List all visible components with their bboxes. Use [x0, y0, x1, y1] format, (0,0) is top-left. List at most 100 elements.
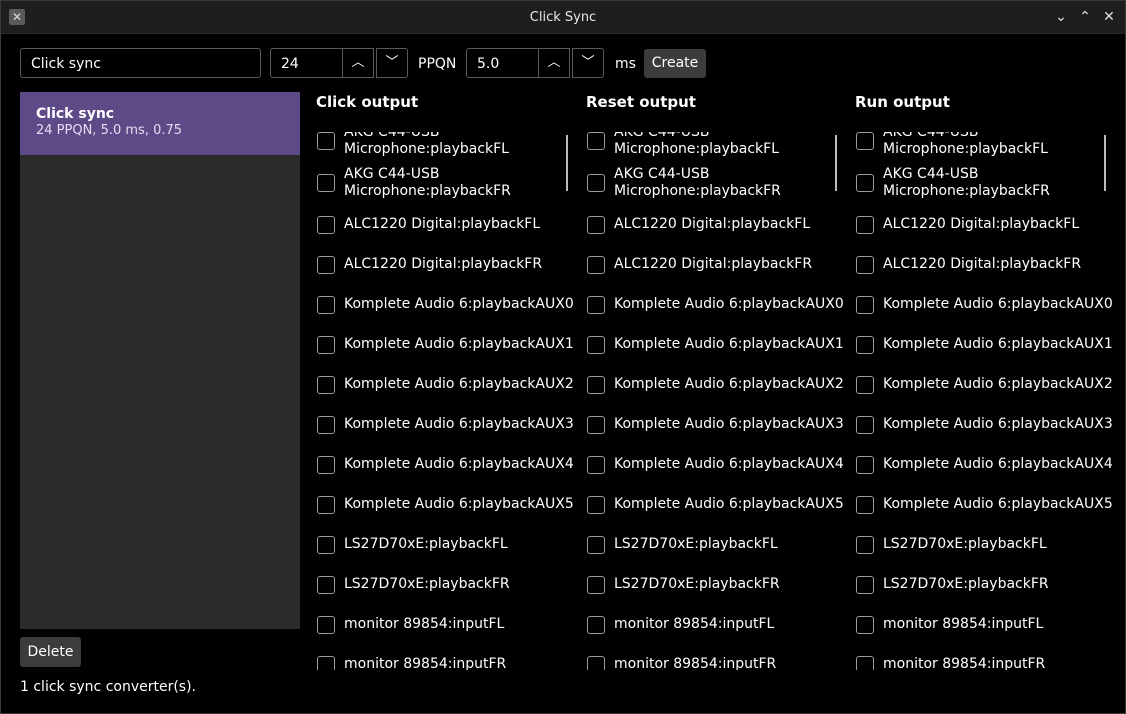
- port-checkbox-row[interactable]: ALC1220 Digital:playbackFL: [855, 216, 1117, 256]
- ms-down-button[interactable]: ﹀: [572, 48, 604, 78]
- port-checkbox[interactable]: [317, 376, 335, 394]
- port-checkbox[interactable]: [317, 616, 335, 634]
- port-checkbox[interactable]: [587, 616, 605, 634]
- port-checkbox-row[interactable]: Komplete Audio 6:playbackAUX3: [855, 416, 1117, 456]
- port-checkbox-row[interactable]: Komplete Audio 6:playbackAUX1: [586, 336, 848, 376]
- port-checkbox-row[interactable]: Komplete Audio 6:playbackAUX4: [316, 456, 578, 496]
- port-checkbox-row[interactable]: Komplete Audio 6:playbackAUX4: [855, 456, 1117, 496]
- maximize-icon[interactable]: ⌃: [1076, 8, 1094, 26]
- port-checkbox[interactable]: [856, 174, 874, 192]
- port-list[interactable]: AKG C44-USB Microphone:playbackFL AKG C44-…: [855, 132, 1117, 670]
- port-checkbox[interactable]: [587, 656, 605, 670]
- port-checkbox[interactable]: [856, 376, 874, 394]
- port-checkbox-row[interactable]: AKG C44-USB Microphone:playbackFR: [855, 166, 1117, 216]
- port-checkbox[interactable]: [317, 576, 335, 594]
- port-checkbox[interactable]: [587, 496, 605, 514]
- port-checkbox-row[interactable]: Komplete Audio 6:playbackAUX5: [316, 496, 578, 536]
- port-checkbox[interactable]: [587, 576, 605, 594]
- port-checkbox-row[interactable]: AKG C44-USB Microphone:playbackFR: [316, 166, 578, 216]
- port-checkbox[interactable]: [317, 536, 335, 554]
- converter-list-item[interactable]: Click sync 24 PPQN, 5.0 ms, 0.75: [20, 92, 300, 155]
- port-checkbox-row[interactable]: monitor 89854:inputFR: [316, 656, 578, 670]
- port-checkbox-row[interactable]: ALC1220 Digital:playbackFR: [586, 256, 848, 296]
- port-checkbox[interactable]: [317, 216, 335, 234]
- port-checkbox-row[interactable]: Komplete Audio 6:playbackAUX2: [586, 376, 848, 416]
- port-checkbox-row[interactable]: Komplete Audio 6:playbackAUX5: [586, 496, 848, 536]
- minimize-icon[interactable]: ⌄: [1052, 8, 1070, 26]
- port-checkbox-row[interactable]: Komplete Audio 6:playbackAUX3: [586, 416, 848, 456]
- ppqn-down-button[interactable]: ﹀: [376, 48, 408, 78]
- port-checkbox[interactable]: [856, 576, 874, 594]
- port-checkbox-row[interactable]: AKG C44-USB Microphone:playbackFR: [586, 166, 848, 216]
- port-checkbox-row[interactable]: Komplete Audio 6:playbackAUX1: [855, 336, 1117, 376]
- port-checkbox[interactable]: [856, 296, 874, 314]
- port-checkbox-row[interactable]: LS27D70xE:playbackFL: [855, 536, 1117, 576]
- scrollbar[interactable]: [566, 135, 568, 191]
- port-checkbox-row[interactable]: Komplete Audio 6:playbackAUX2: [855, 376, 1117, 416]
- port-checkbox[interactable]: [587, 216, 605, 234]
- port-checkbox-row[interactable]: LS27D70xE:playbackFR: [316, 576, 578, 616]
- port-checkbox[interactable]: [317, 256, 335, 274]
- port-checkbox[interactable]: [856, 496, 874, 514]
- port-checkbox-row[interactable]: monitor 89854:inputFL: [855, 616, 1117, 656]
- port-checkbox[interactable]: [856, 456, 874, 474]
- port-checkbox-row[interactable]: ALC1220 Digital:playbackFL: [316, 216, 578, 256]
- port-list[interactable]: AKG C44-USB Microphone:playbackFL AKG C44-…: [586, 132, 848, 670]
- port-checkbox-row[interactable]: monitor 89854:inputFR: [586, 656, 848, 670]
- scrollbar[interactable]: [835, 135, 837, 191]
- port-checkbox-row[interactable]: Komplete Audio 6:playbackAUX0: [586, 296, 848, 336]
- ppqn-input[interactable]: 24: [270, 48, 343, 78]
- port-checkbox[interactable]: [317, 296, 335, 314]
- port-checkbox[interactable]: [856, 416, 874, 434]
- create-button[interactable]: Create: [644, 49, 706, 78]
- port-checkbox-row[interactable]: Komplete Audio 6:playbackAUX4: [586, 456, 848, 496]
- port-checkbox[interactable]: [317, 174, 335, 192]
- ppqn-up-button[interactable]: ︿: [342, 48, 374, 78]
- port-checkbox[interactable]: [317, 456, 335, 474]
- name-input[interactable]: Click sync: [20, 48, 261, 78]
- port-checkbox-row[interactable]: Komplete Audio 6:playbackAUX5: [855, 496, 1117, 536]
- port-checkbox-row[interactable]: ALC1220 Digital:playbackFL: [586, 216, 848, 256]
- ms-up-button[interactable]: ︿: [538, 48, 570, 78]
- delete-button[interactable]: Delete: [20, 637, 81, 667]
- port-checkbox[interactable]: [317, 656, 335, 670]
- port-checkbox-row[interactable]: Komplete Audio 6:playbackAUX2: [316, 376, 578, 416]
- port-checkbox-row[interactable]: Komplete Audio 6:playbackAUX0: [855, 296, 1117, 336]
- port-checkbox[interactable]: [587, 456, 605, 474]
- port-checkbox[interactable]: [317, 496, 335, 514]
- port-checkbox[interactable]: [587, 256, 605, 274]
- port-checkbox-row[interactable]: monitor 89854:inputFR: [855, 656, 1117, 670]
- port-checkbox[interactable]: [587, 174, 605, 192]
- port-checkbox[interactable]: [856, 256, 874, 274]
- port-checkbox[interactable]: [856, 132, 874, 150]
- port-checkbox[interactable]: [856, 616, 874, 634]
- port-checkbox[interactable]: [587, 376, 605, 394]
- port-checkbox[interactable]: [587, 536, 605, 554]
- port-checkbox[interactable]: [587, 336, 605, 354]
- port-checkbox[interactable]: [317, 336, 335, 354]
- scrollbar[interactable]: [1104, 135, 1106, 191]
- port-checkbox[interactable]: [317, 416, 335, 434]
- port-checkbox-row[interactable]: LS27D70xE:playbackFR: [855, 576, 1117, 616]
- port-checkbox[interactable]: [587, 296, 605, 314]
- ms-input[interactable]: 5.0: [466, 48, 539, 78]
- port-checkbox-row[interactable]: ALC1220 Digital:playbackFR: [316, 256, 578, 296]
- port-checkbox-row[interactable]: Komplete Audio 6:playbackAUX0: [316, 296, 578, 336]
- port-checkbox-row[interactable]: Komplete Audio 6:playbackAUX3: [316, 416, 578, 456]
- close-icon[interactable]: ✕: [1100, 8, 1118, 26]
- port-checkbox-row[interactable]: monitor 89854:inputFL: [586, 616, 848, 656]
- port-checkbox[interactable]: [587, 416, 605, 434]
- port-list[interactable]: AKG C44-USB Microphone:playbackFL AKG C44-…: [316, 132, 578, 670]
- port-checkbox[interactable]: [587, 132, 605, 150]
- port-checkbox[interactable]: [856, 216, 874, 234]
- port-checkbox-row[interactable]: LS27D70xE:playbackFR: [586, 576, 848, 616]
- port-checkbox[interactable]: [856, 336, 874, 354]
- port-checkbox-row[interactable]: monitor 89854:inputFL: [316, 616, 578, 656]
- port-checkbox[interactable]: [856, 656, 874, 670]
- port-checkbox[interactable]: [856, 536, 874, 554]
- port-checkbox-row[interactable]: ALC1220 Digital:playbackFR: [855, 256, 1117, 296]
- port-checkbox-row[interactable]: Komplete Audio 6:playbackAUX1: [316, 336, 578, 376]
- port-checkbox-row[interactable]: LS27D70xE:playbackFL: [316, 536, 578, 576]
- port-checkbox[interactable]: [317, 132, 335, 150]
- port-checkbox-row[interactable]: LS27D70xE:playbackFL: [586, 536, 848, 576]
